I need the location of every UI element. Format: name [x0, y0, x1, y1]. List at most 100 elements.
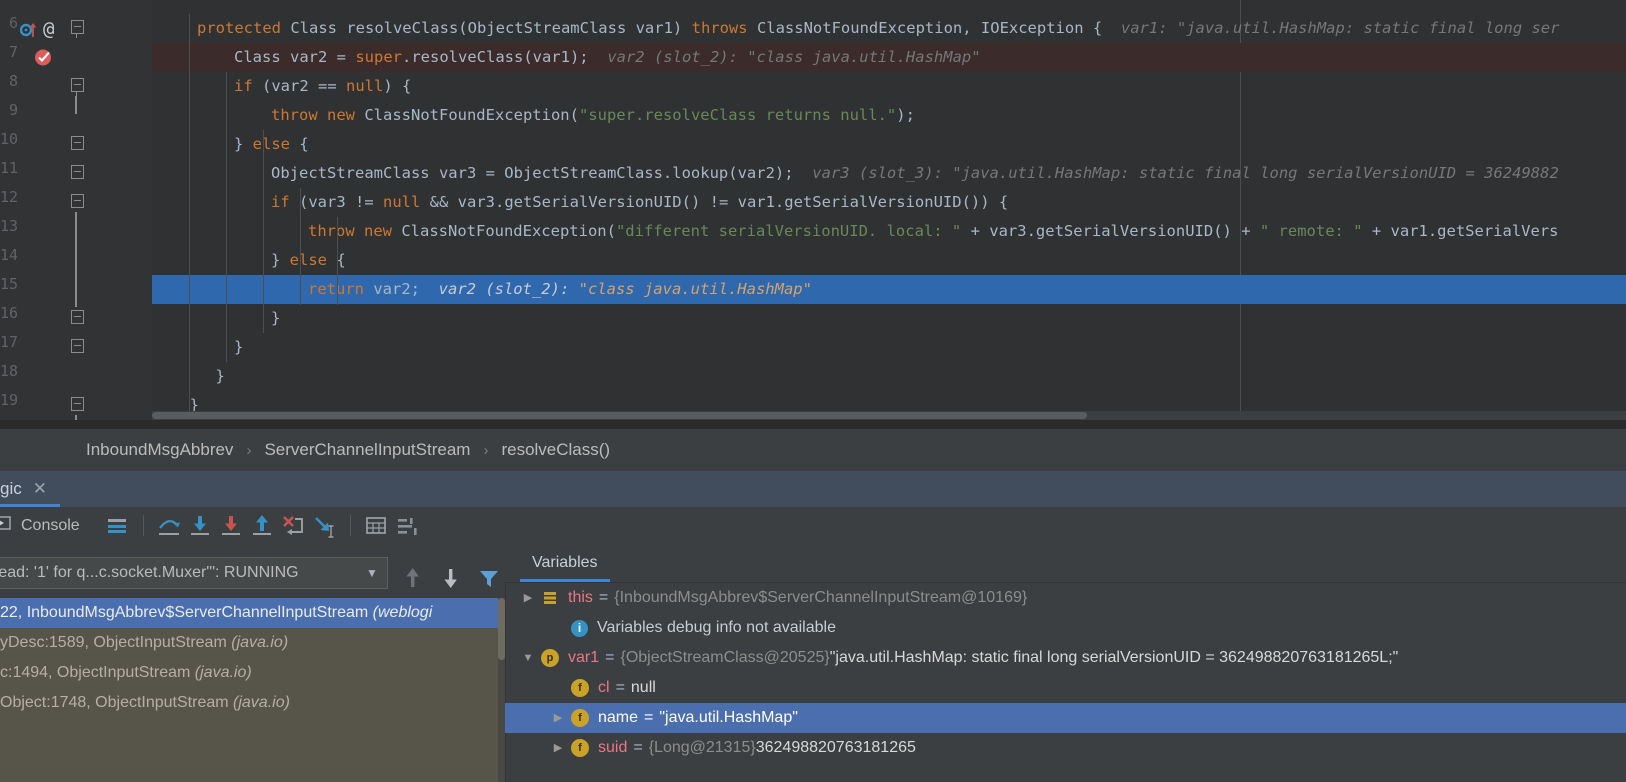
breadcrumb-item-inner-class[interactable]: ServerChannelInputStream	[264, 440, 470, 460]
indent-guide	[189, 14, 190, 420]
variables-tabbar[interactable]: Variables	[505, 544, 1626, 583]
stack-frame-row[interactable]: 22, InboundMsgAbbrev$ServerChannelInputS…	[0, 598, 505, 628]
code-line[interactable]: }	[152, 362, 1626, 391]
fold-marker[interactable]	[70, 78, 84, 96]
variable-row[interactable]: ▶ this = {InboundMsgAbbrev$ServerChannelInp…	[505, 583, 1626, 613]
scrollbar-thumb[interactable]	[498, 598, 505, 660]
tab-variables[interactable]: Variables	[514, 544, 616, 582]
code-line[interactable]: ObjectStreamClass var3 = ObjectStreamCla…	[152, 159, 1626, 188]
stack-frames-rows[interactable]: 22, InboundMsgAbbrev$ServerChannelInputS…	[0, 598, 505, 718]
code-token: super	[355, 48, 402, 66]
code-line[interactable]: throw new ClassNotFoundException("super.…	[152, 101, 1626, 130]
chevron-down-icon[interactable]: ▼	[515, 643, 541, 673]
code-token: );	[896, 106, 915, 124]
console-toggle-icon[interactable]	[0, 513, 12, 538]
debug-session-tabbar[interactable]: gic ✕	[0, 471, 1626, 507]
variables-panel: Variables ▶ this = {InboundMsgAbbrev$Server…	[505, 544, 1626, 782]
debugger-toolbar[interactable]: Console	[0, 507, 1626, 544]
code-text-area[interactable]: protected Class resolveClass(ObjectStrea…	[152, 0, 1626, 420]
breakpoint-verified-icon[interactable]	[34, 47, 54, 72]
line-number: 10	[0, 130, 19, 148]
console-tab-button[interactable]: Console	[0, 513, 90, 538]
code-line[interactable]: throw new ClassNotFoundException("differ…	[152, 217, 1626, 246]
evaluate-expression-icon[interactable]	[361, 510, 392, 541]
annotation-icon[interactable]: @	[43, 18, 54, 40]
variables-tree[interactable]: ▶ this = {InboundMsgAbbrev$ServerChannelInp…	[505, 583, 1626, 782]
chevron-down-icon[interactable]: ▼	[357, 566, 387, 580]
close-icon[interactable]: ✕	[33, 479, 47, 499]
code-line[interactable]: if (var3 != null && var3.getSerialVersio…	[152, 188, 1626, 217]
line-number: 18	[0, 362, 19, 380]
frames-filter-icon[interactable]	[476, 565, 502, 591]
fold-marker[interactable]	[70, 136, 84, 152]
active-tab-underline	[520, 579, 610, 582]
debug-session-tab[interactable]: gic ✕	[0, 471, 60, 507]
fold-marker[interactable]	[70, 339, 84, 355]
force-step-into-icon[interactable]	[216, 510, 247, 541]
editor-horizontal-scrollbar[interactable]	[152, 411, 1626, 420]
ide-window: 6 7 8 9 10 11 12 13 14 15 16 17 18 19 @	[0, 0, 1626, 782]
code-editor[interactable]: 6 7 8 9 10 11 12 13 14 15 16 17 18 19 @	[0, 0, 1626, 420]
chevron-right-icon[interactable]: ▶	[515, 583, 541, 613]
code-line[interactable]: }	[152, 304, 1626, 333]
info-icon: i	[571, 619, 588, 637]
code-token: ClassNotFoundException, IOException {	[756, 19, 1112, 37]
breadcrumb[interactable]: InboundMsgAbbrev › ServerChannelInputStr…	[0, 429, 1626, 471]
field-badge-icon: f	[571, 679, 589, 697]
override-method-icon[interactable]	[19, 20, 38, 43]
chevron-right-icon[interactable]: ▶	[545, 733, 571, 763]
frames-up-icon[interactable]	[400, 565, 426, 591]
frames-vertical-scrollbar[interactable]	[498, 598, 505, 782]
code-token: var2;	[373, 280, 439, 298]
chevron-right-icon[interactable]: ▶	[545, 703, 571, 733]
step-into-icon[interactable]	[185, 510, 216, 541]
code-token: {	[299, 135, 309, 153]
line-number: 16	[0, 304, 19, 322]
code-line[interactable]: if (var2 == null) {	[152, 72, 1626, 101]
stack-frame-row[interactable]: c:1494, ObjectInputStream (java.io)	[0, 658, 505, 688]
fold-marker[interactable]	[70, 165, 84, 181]
code-line[interactable]: } else {	[152, 130, 1626, 159]
drop-frame-icon[interactable]	[278, 510, 309, 541]
fold-bar	[75, 212, 77, 307]
code-token: Class var2 =	[234, 48, 356, 66]
variable-row[interactable]: ▼ p var1 = {ObjectStreamClass@20525} "java.u…	[505, 643, 1626, 673]
fold-marker[interactable]	[70, 20, 84, 38]
editor-gutter[interactable]: 6 7 8 9 10 11 12 13 14 15 16 17 18 19 @	[0, 0, 152, 420]
step-out-icon[interactable]	[247, 510, 278, 541]
step-over-icon[interactable]	[154, 510, 185, 541]
code-line[interactable]: return var2; var2 (slot_2): "class java.…	[152, 275, 1626, 304]
code-line[interactable]: protected Class resolveClass(ObjectStrea…	[152, 14, 1626, 43]
fold-marker[interactable]	[70, 194, 84, 210]
variables-info-row[interactable]: i Variables debug info not available	[505, 613, 1626, 643]
variable-row[interactable]: f cl = null	[505, 673, 1626, 703]
code-line[interactable]: } else {	[152, 246, 1626, 275]
thread-dropdown[interactable]: read: '1' for q...c.socket.Muxer'": RUNN…	[0, 557, 388, 589]
settings-lines-icon[interactable]	[392, 510, 423, 541]
indent-guide	[300, 188, 301, 305]
fold-marker[interactable]	[70, 310, 84, 326]
indent-guide	[263, 130, 264, 333]
stack-frames-list[interactable]: 22, InboundMsgAbbrev$ServerChannelInputS…	[0, 598, 505, 782]
code-token: else	[252, 135, 300, 153]
show-execution-point-icon[interactable]	[102, 510, 133, 541]
stack-frame-row[interactable]: Object:1748, ObjectInputStream (java.io)	[0, 688, 505, 718]
code-token: var2 (slot_2):	[438, 280, 579, 298]
fold-marker[interactable]	[70, 397, 84, 413]
code-token: ObjectStreamClass var3 = ObjectStreamCla…	[271, 164, 813, 182]
frames-down-icon[interactable]	[438, 565, 464, 591]
code-token: + var1.getSerialVers	[1362, 222, 1559, 240]
scrollbar-thumb[interactable]	[152, 412, 1087, 419]
code-line[interactable]: }	[152, 333, 1626, 362]
code-line[interactable]: Class var2 = super.resolveClass(var1); v…	[152, 43, 1626, 72]
variable-row[interactable]: ▶ f name = "java.util.HashMap"	[505, 703, 1626, 733]
line-number: 11	[0, 159, 19, 177]
variable-equals: =	[644, 709, 654, 726]
code-token: return	[308, 280, 374, 298]
variable-row[interactable]: ▶ f suid = {Long@21315} 362498820763181265	[505, 733, 1626, 763]
breadcrumb-item-method[interactable]: resolveClass()	[501, 440, 610, 460]
breadcrumb-item-class[interactable]: InboundMsgAbbrev	[86, 440, 233, 460]
stack-frame-row[interactable]: yDesc:1589, ObjectInputStream (java.io)	[0, 628, 505, 658]
run-to-cursor-icon[interactable]	[309, 510, 340, 541]
code-token: (var3 !=	[299, 193, 383, 211]
